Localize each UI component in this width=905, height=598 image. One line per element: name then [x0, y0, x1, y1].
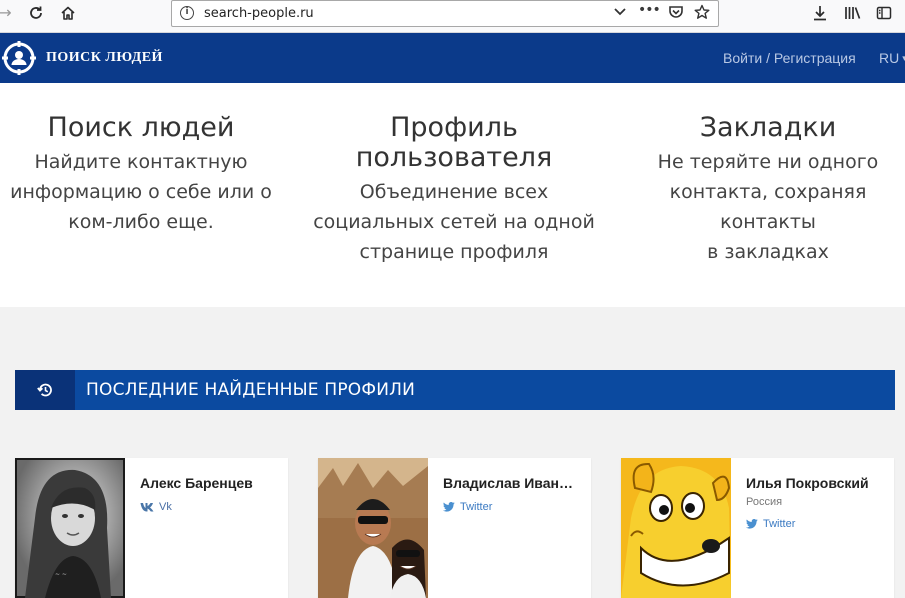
social-network-label: Twitter: [763, 518, 796, 530]
svg-text:~ ~: ~ ~: [55, 571, 67, 578]
feature-profile: Профиль пользователя Объединение всех со…: [313, 113, 595, 267]
address-bar[interactable]: i search-people.ru •••: [171, 0, 719, 27]
profile-card[interactable]: Илья Покровский Россия Twitter: [621, 458, 894, 598]
dropdown-chevron-icon[interactable]: [613, 4, 627, 22]
more-actions-icon[interactable]: •••: [638, 2, 661, 18]
download-icon[interactable]: [809, 4, 831, 22]
home-icon[interactable]: [57, 4, 79, 22]
recent-profiles-banner: ПОСЛЕДНИЕ НАЙДЕННЫЕ ПРОФИЛИ: [15, 370, 895, 410]
profile-name[interactable]: Илья Покровский: [746, 475, 886, 491]
feature-title: Закладки: [699, 112, 837, 143]
reload-icon[interactable]: [25, 4, 47, 22]
feature-line: социальных сетей на одной: [313, 211, 595, 233]
site-header: ПОИСК ЛЮДЕЙ Войти / Регистрация RU ▾: [0, 33, 905, 83]
forward-icon[interactable]: →: [0, 4, 16, 22]
social-link[interactable]: Twitter: [443, 501, 492, 513]
feature-line: информацию о себе или о: [10, 181, 272, 203]
profile-name[interactable]: Алекс Баренцев: [140, 475, 280, 491]
features-section: Поиск людей Найдите контактную информаци…: [0, 83, 905, 307]
feature-line: Найдите контактную: [34, 151, 248, 173]
social-network-label: Twitter: [460, 501, 493, 513]
language-selector[interactable]: RU ▾: [879, 50, 905, 66]
feature-line: контакта, сохраняя контакты: [669, 181, 867, 233]
browser-toolbar: → i search-people.ru •••: [0, 0, 905, 33]
profile-country: Россия: [746, 496, 783, 508]
twitter-icon: [443, 502, 455, 512]
site-info-icon[interactable]: i: [180, 6, 194, 20]
social-network-label: Vk: [159, 501, 172, 513]
url-text: search-people.ru: [204, 6, 314, 21]
feature-bookmarks: Закладки Не теряйте ни одного контакта, …: [622, 113, 905, 267]
social-link[interactable]: Vk: [140, 501, 172, 513]
profile-card[interactable]: Владислав Иван… Twitter: [318, 458, 591, 598]
feature-line: в закладках: [707, 241, 829, 263]
feature-title-line: Профиль: [390, 112, 518, 143]
profile-photo[interactable]: ~ ~: [15, 458, 125, 598]
feature-search: Поиск людей Найдите контактную информаци…: [0, 113, 282, 237]
feature-line: Не теряйте ни одного: [657, 151, 879, 173]
sidebar-icon[interactable]: [873, 4, 895, 22]
feature-title: Поиск людей: [47, 112, 235, 143]
profile-card[interactable]: ~ ~ Алекс Баренцев Vk: [15, 458, 288, 598]
social-link[interactable]: Twitter: [746, 518, 795, 530]
pocket-icon[interactable]: [668, 4, 684, 24]
feature-description: Не теряйте ни одного контакта, сохраняя …: [622, 147, 905, 267]
login-register-link[interactable]: Войти / Регистрация: [723, 50, 856, 66]
feature-line: ком-либо еще.: [68, 211, 214, 233]
feature-description: Найдите контактную информацию о себе или…: [0, 147, 282, 237]
vk-icon: [140, 503, 154, 512]
section-title: ПОСЛЕДНИЕ НАЙДЕННЫЕ ПРОФИЛИ: [86, 380, 416, 400]
bookmark-star-icon[interactable]: [694, 4, 710, 24]
feature-description: Объединение всех социальных сетей на одн…: [313, 177, 595, 267]
language-label: RU: [879, 50, 900, 66]
logo-icon[interactable]: [2, 41, 36, 75]
profile-photo[interactable]: [318, 458, 428, 598]
feature-title: Профиль пользователя: [313, 113, 595, 173]
twitter-icon: [746, 519, 758, 529]
history-icon: [37, 383, 52, 397]
history-icon-box: [15, 370, 75, 410]
library-icon[interactable]: [842, 4, 864, 22]
feature-title-line: пользователя: [355, 142, 553, 173]
feature-line: странице профиля: [359, 241, 549, 263]
feature-line: Объединение всех: [359, 181, 549, 203]
logo-text[interactable]: ПОИСК ЛЮДЕЙ: [46, 50, 163, 66]
profile-name[interactable]: Владислав Иван…: [443, 475, 583, 491]
profile-photo[interactable]: [621, 458, 731, 598]
